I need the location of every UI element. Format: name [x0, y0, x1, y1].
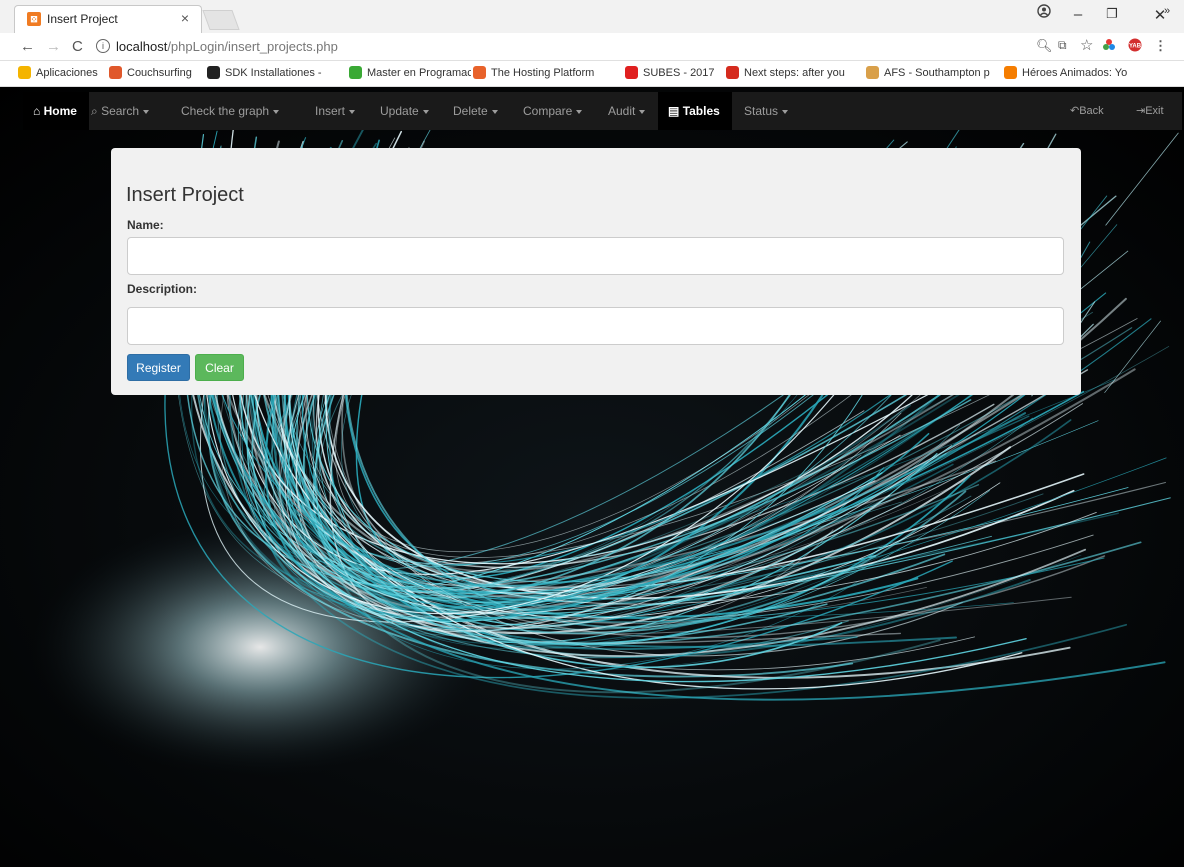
url-text: localhost/phpLogin/insert_projects.php — [116, 39, 338, 54]
bookmark-star-icon[interactable]: ☆ — [1080, 36, 1093, 54]
nav-insert[interactable]: Insert — [315, 92, 356, 130]
undo-icon: ↶ — [1070, 105, 1080, 117]
bookmark-item[interactable]: Aplicaciones — [18, 66, 98, 79]
browser-toolbar: ← → C i localhost/phpLogin/insert_projec… — [0, 33, 1184, 61]
maximize-icon[interactable]: ❐ — [1100, 6, 1124, 22]
bookmark-label: Héroes Animados: Yo — [1022, 67, 1128, 79]
bookmark-label: Couchsurfing — [127, 67, 192, 79]
bookmark-item[interactable]: Couchsurfing — [109, 66, 192, 79]
page-title: Insert Project — [126, 184, 244, 206]
name-label: Name: — [127, 218, 164, 232]
zoom-icon[interactable]: 🔍︎ — [1036, 38, 1053, 54]
bookmark-item[interactable]: Next steps: after you — [726, 66, 845, 79]
print-icon: ▤ — [668, 104, 680, 118]
master-icon — [349, 66, 362, 79]
chevron-down-icon — [639, 110, 646, 114]
nav-search[interactable]: ⌕ Search — [91, 92, 150, 130]
top-navbar: ⌂ Home ⌕ Search Check the graph Insert U… — [23, 92, 1182, 130]
bookmarks-bar: Aplicaciones Couchsurfing SDK Installation… — [0, 61, 1184, 87]
profile-icon[interactable] — [1032, 4, 1056, 22]
insert-project-panel: Insert Project Name: Description: Regist… — [111, 148, 1081, 395]
browser-tab[interactable]: ⊠ Insert Project × — [14, 5, 202, 33]
bookmark-label: AFS - Southampton p — [884, 67, 990, 79]
clear-button[interactable]: Clear — [195, 354, 244, 381]
home-icon: ⌂ — [33, 104, 41, 118]
bookmarks-overflow-icon[interactable]: » — [1164, 5, 1170, 17]
description-field[interactable] — [127, 307, 1064, 345]
register-button[interactable]: Register — [127, 354, 190, 381]
bookmark-label: Next steps: after you — [744, 67, 845, 79]
blogger-icon — [1004, 66, 1017, 79]
forward-arrow-icon[interactable]: → — [46, 38, 61, 55]
subes-icon — [625, 66, 638, 79]
description-label: Description: — [127, 282, 198, 296]
bookmark-item[interactable]: The Hosting Platform — [473, 66, 594, 79]
hosting-icon — [473, 66, 486, 79]
extension-adblock-icon[interactable]: YAB — [1128, 38, 1142, 55]
chevron-down-icon — [273, 110, 280, 114]
bookmark-label: Aplicaciones — [36, 67, 98, 79]
bookmark-label: Master en Programac — [367, 67, 471, 79]
nav-compare[interactable]: Compare — [523, 92, 583, 130]
nav-graph[interactable]: Check the graph — [181, 92, 280, 130]
reload-icon[interactable]: C — [72, 38, 83, 55]
chevron-down-icon — [576, 110, 583, 114]
bookmark-label: SUBES - 2017 — [643, 67, 715, 79]
bookmark-item[interactable]: SDK Installationes - — [207, 66, 322, 79]
bookmark-item[interactable]: Héroes Animados: Yo — [1004, 66, 1127, 79]
nav-back[interactable]: ↶Back — [1070, 92, 1104, 130]
back-arrow-icon[interactable]: ← — [20, 38, 35, 55]
nav-tables[interactable]: ▤ Tables — [658, 92, 732, 130]
tab-close-icon[interactable]: × — [181, 10, 189, 26]
new-tab-button[interactable] — [202, 10, 240, 30]
browser-titlebar: ⊠ Insert Project × – ❐ ✕ — [0, 0, 1184, 33]
nav-home[interactable]: ⌂ Home — [23, 92, 89, 130]
chevron-down-icon — [422, 110, 429, 114]
couchsurfing-icon — [109, 66, 122, 79]
extension-color-icon[interactable] — [1102, 38, 1116, 55]
xampp-favicon-icon: ⊠ — [27, 12, 41, 26]
bookmark-item[interactable]: SUBES - 2017 — [625, 66, 715, 79]
chevron-down-icon — [349, 110, 356, 114]
logout-icon: ⇥ — [1136, 105, 1146, 117]
nav-status[interactable]: Status — [744, 92, 789, 130]
chevron-down-icon — [491, 110, 498, 114]
bookmark-item[interactable]: AFS - Southampton p — [866, 66, 990, 79]
bookmark-label: SDK Installationes - — [225, 67, 322, 79]
name-field[interactable] — [127, 237, 1064, 275]
chevron-down-icon — [782, 110, 789, 114]
apps-grid-icon — [18, 66, 31, 79]
menu-kebab-icon[interactable]: ⋮ — [1154, 38, 1167, 54]
bookmark-label: The Hosting Platform — [491, 67, 595, 79]
tab-title: Insert Project — [47, 12, 118, 26]
afs-icon — [866, 66, 879, 79]
sdk-icon — [207, 66, 220, 79]
maple-leaf-icon — [726, 66, 739, 79]
page-content: ⌂ Home ⌕ Search Check the graph Insert U… — [0, 87, 1184, 867]
translate-icon[interactable]: ⧉ — [1058, 38, 1067, 53]
nav-delete[interactable]: Delete — [453, 92, 498, 130]
address-bar[interactable]: i localhost/phpLogin/insert_projects.php… — [92, 36, 1174, 58]
svg-text:YAB: YAB — [1129, 44, 1142, 50]
search-icon: ⌕ — [91, 104, 98, 118]
chevron-down-icon — [143, 110, 150, 114]
nav-exit[interactable]: ⇥Exit — [1136, 92, 1164, 130]
nav-update[interactable]: Update — [380, 92, 429, 130]
info-icon[interactable]: i — [96, 39, 110, 53]
nav-audit[interactable]: Audit — [608, 92, 646, 130]
minimize-icon[interactable]: – — [1066, 6, 1090, 23]
bookmark-item[interactable]: Master en Programac — [349, 66, 471, 79]
